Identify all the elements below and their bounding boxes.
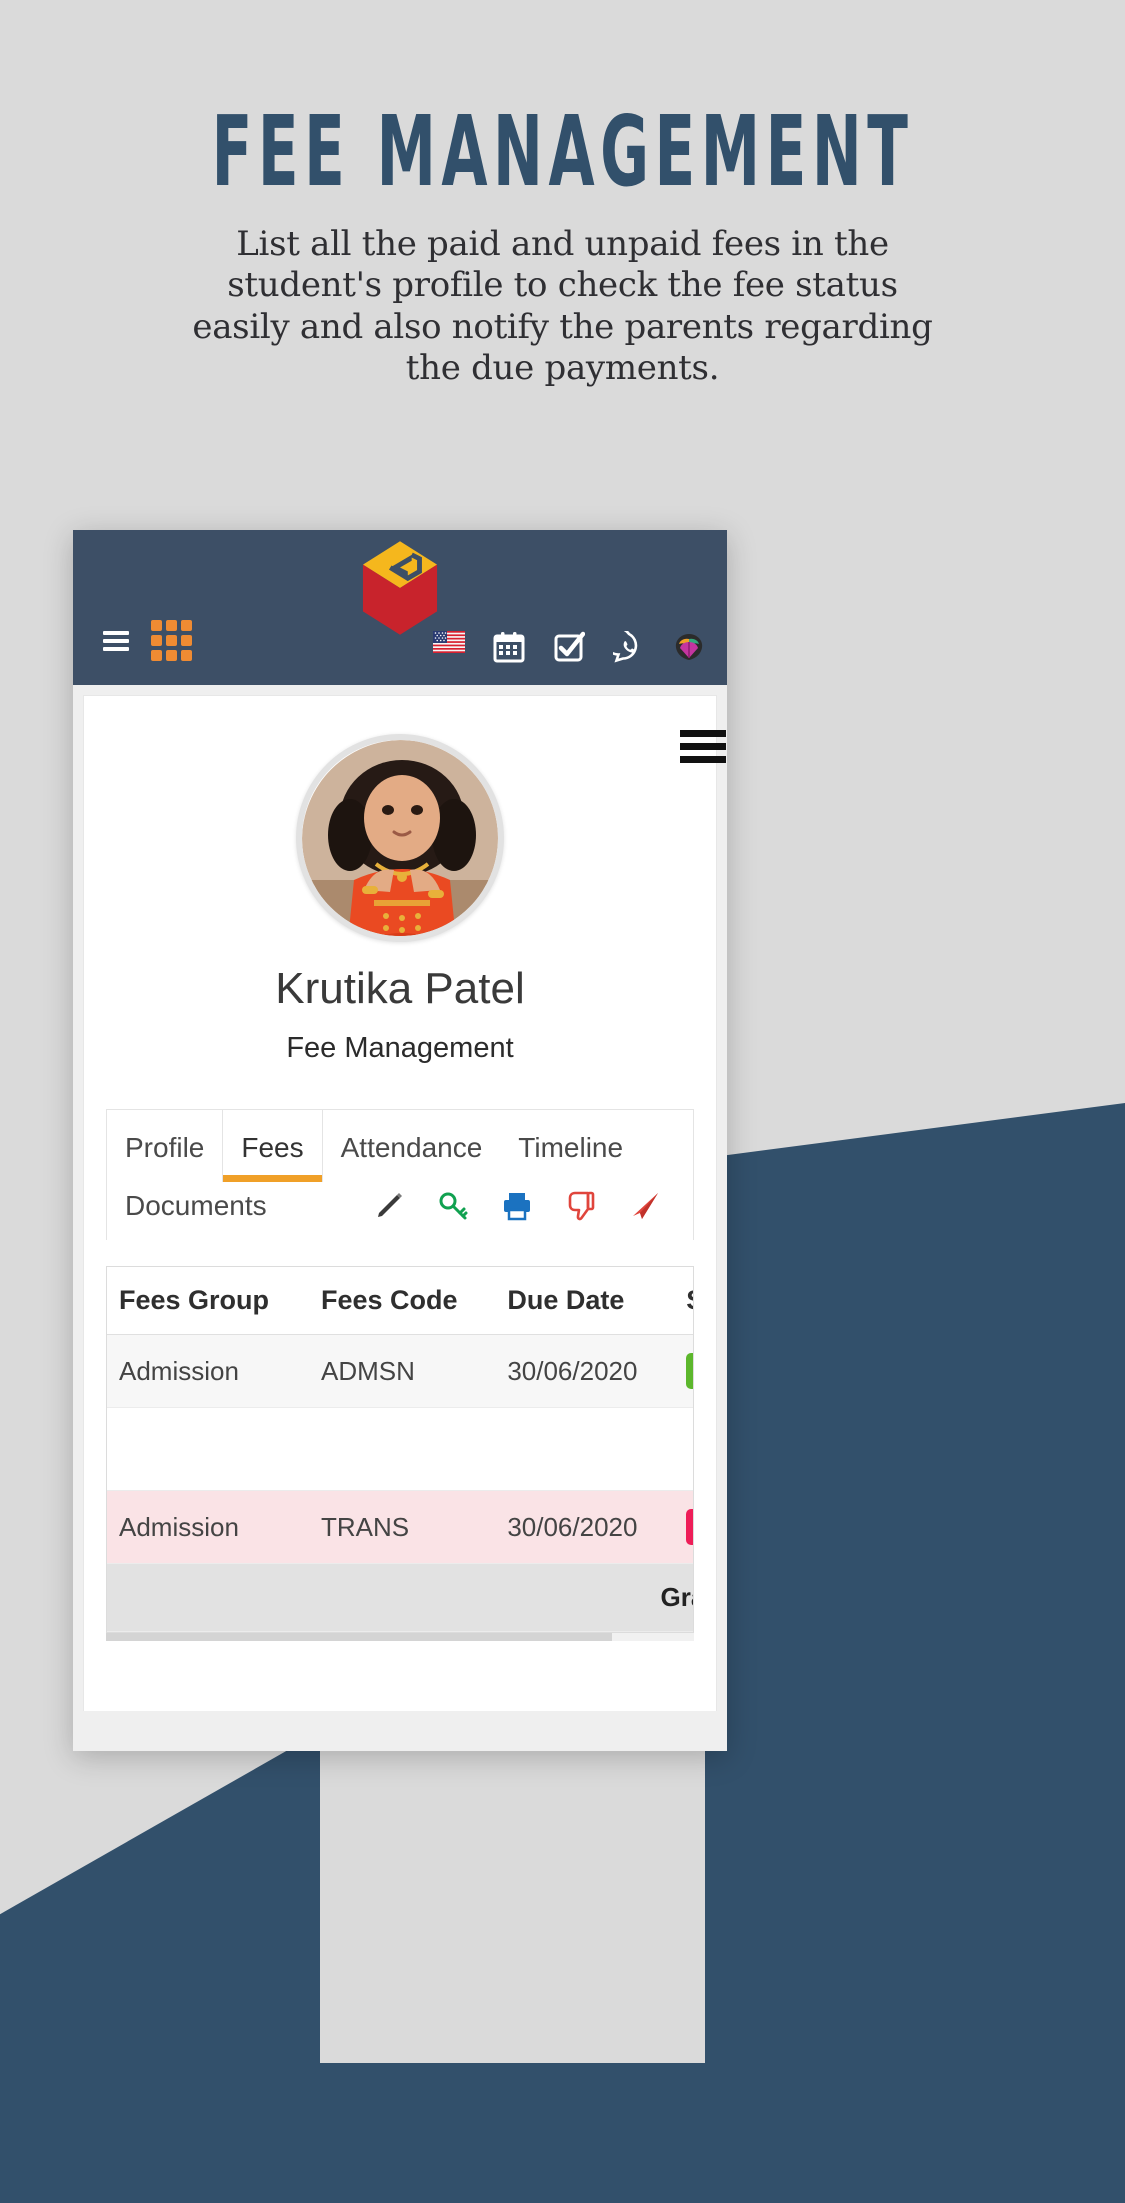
table-row-spacer	[107, 1407, 693, 1491]
cell-fees-code: TRANS	[308, 1490, 496, 1564]
background-shape-right	[705, 1103, 1125, 2203]
table-row[interactable]: Admission TRANS 30/06/2020 Unpaid	[107, 1490, 693, 1564]
send-paper-plane-icon[interactable]	[629, 1190, 661, 1222]
cell-fees-group: Admission	[107, 1490, 309, 1564]
pencil-edit-icon[interactable]	[373, 1190, 405, 1222]
whatsapp-icon[interactable]	[604, 627, 645, 663]
browser-frame: Krutika Patel Fee Management Profile Fee…	[73, 685, 727, 1751]
tab-documents[interactable]: Documents	[125, 1190, 267, 1222]
grand-total-label: Grand Total	[107, 1563, 693, 1632]
app-content: Krutika Patel Fee Management Profile Fee…	[83, 695, 726, 1711]
app-topbar	[73, 530, 727, 685]
us-flag-icon[interactable]	[433, 631, 465, 663]
col-due-date: Due Date	[495, 1267, 675, 1335]
tab-attendance[interactable]: Attendance	[323, 1110, 501, 1182]
key-icon[interactable]	[437, 1190, 469, 1222]
cell-status: Paid	[674, 1334, 693, 1408]
cell-status: Unpaid	[674, 1490, 693, 1564]
fees-table-container: Fees Group Fees Code Due Date Status A A…	[106, 1266, 694, 1633]
grid-apps-icon[interactable]	[151, 620, 192, 661]
table-header-row: Fees Group Fees Code Due Date Status A	[107, 1267, 693, 1335]
page-title: FEE MANAGEMENT	[211, 94, 914, 208]
tab-fees[interactable]: Fees	[222, 1110, 323, 1182]
background-shape-bottom	[0, 2063, 1125, 2203]
tab-profile[interactable]: Profile	[107, 1110, 222, 1182]
horizontal-scrollbar[interactable]	[106, 1633, 694, 1641]
tabs-row: Profile Fees Attendance Timeline	[107, 1110, 693, 1182]
student-avatar	[302, 740, 498, 936]
row-action-icons	[373, 1190, 671, 1222]
hamburger-icon[interactable]	[103, 627, 129, 655]
page-subtitle: Fee Management	[286, 1032, 514, 1064]
cell-due-date: 30/06/2020	[495, 1490, 675, 1564]
col-status: Status	[674, 1267, 693, 1335]
status-badge: Unpaid	[686, 1509, 693, 1545]
tabs-panel: Profile Fees Attendance Timeline Documen…	[106, 1109, 694, 1240]
calendar-icon[interactable]	[493, 631, 525, 663]
table-total-row: Grand Total	[107, 1563, 693, 1632]
book-logo-icon[interactable]	[673, 631, 705, 663]
printer-icon[interactable]	[501, 1190, 533, 1222]
cell-fees-code: ADMSN	[308, 1334, 496, 1408]
tab-timeline[interactable]: Timeline	[500, 1110, 641, 1182]
page-title: Krutika Patel	[275, 964, 525, 1013]
cell-due-date: 30/06/2020	[495, 1334, 675, 1408]
table-row[interactable]: Admission ADMSN 30/06/2020 Paid	[107, 1334, 693, 1408]
topbar-right-icons	[433, 627, 705, 663]
app-mockup: Krutika Patel Fee Management Profile Fee…	[73, 530, 727, 1751]
status-badge: Paid	[686, 1353, 693, 1389]
hamburger-icon[interactable]	[680, 724, 726, 769]
cell-spacer	[107, 1407, 693, 1491]
topbar-left-controls	[103, 620, 192, 661]
col-fees-group: Fees Group	[107, 1267, 309, 1335]
hero-section: FEE MANAGEMENT List all the paid and unp…	[0, 0, 1125, 390]
cube-logo	[361, 538, 439, 638]
documents-row: Documents	[107, 1182, 693, 1240]
checkbox-icon[interactable]	[553, 631, 586, 663]
browser-frame-bottom	[83, 1711, 717, 1751]
fees-table: Fees Group Fees Code Due Date Status A A…	[107, 1267, 693, 1632]
avatar	[296, 734, 504, 942]
cell-fees-group: Admission	[107, 1334, 309, 1408]
thumbs-down-icon[interactable]	[565, 1190, 597, 1222]
col-fees-code: Fees Code	[308, 1267, 496, 1335]
